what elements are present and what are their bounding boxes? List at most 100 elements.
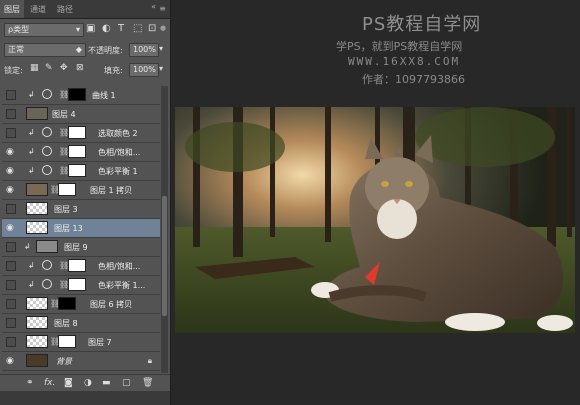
lock-all-icon[interactable]: ⊠ xyxy=(76,63,84,73)
type-filter-icon[interactable]: T xyxy=(118,23,124,34)
mask-icon[interactable]: ◙ xyxy=(64,378,73,388)
clip-arrow-icon: ↲ xyxy=(28,280,35,289)
layer-thumbnail xyxy=(26,354,48,367)
panel-menu-icon[interactable]: ≡ xyxy=(159,4,166,13)
tab-paths[interactable]: 路径 xyxy=(57,4,73,15)
layers-list: ↲ ⛓ 曲线 1 图层 4 ↲ ⛓ 选取颜色 2 ◉ ↲ ⛓ 色相/饱和... xyxy=(2,86,160,373)
visibility-toggle[interactable] xyxy=(6,280,16,290)
filter-select[interactable]: ρ类型 ▾ xyxy=(4,23,84,37)
shape-filter-icon[interactable]: ⬚ xyxy=(133,23,142,34)
layer-name: 色相/饱和... xyxy=(98,262,141,271)
filter-row: ρ类型 ▾ ▣ ◐ T ⬚ ⊡ ● xyxy=(0,19,170,39)
clip-arrow-icon: ↲ xyxy=(28,128,35,137)
layer-row-selected[interactable]: ◉ 图层 13 xyxy=(2,219,160,238)
opacity-label: 不透明度: xyxy=(88,46,123,55)
watermark-author: 作者：1097793866 xyxy=(362,73,465,86)
layer-row[interactable]: ↲ 图层 9 xyxy=(2,238,160,257)
link-icon[interactable]: ⚭ xyxy=(26,378,34,388)
layer-row[interactable]: 图层 8 xyxy=(2,314,160,333)
adjustment-icon xyxy=(42,260,52,270)
lock-label: 锁定: xyxy=(4,66,23,75)
layer-mask-thumbnail xyxy=(68,145,86,158)
eye-icon[interactable]: ◉ xyxy=(6,166,16,176)
blend-mode-select[interactable]: 正常 ◆ xyxy=(4,43,86,57)
visibility-toggle[interactable] xyxy=(6,299,16,309)
eye-icon[interactable]: ◉ xyxy=(6,185,16,195)
watermark-title: PS教程自学网 xyxy=(362,14,482,35)
lock-move-icon[interactable]: ✥ xyxy=(60,63,68,73)
adjust-filter-icon[interactable]: ◐ xyxy=(102,23,111,34)
group-icon[interactable]: ▬ xyxy=(102,378,111,388)
pixel-filter-icon[interactable]: ▣ xyxy=(86,23,95,34)
watermark-url: WWW.16XX8.COM xyxy=(348,55,461,68)
new-layer-icon[interactable]: ▢ xyxy=(122,378,131,388)
fill-input[interactable]: 100% xyxy=(129,63,159,77)
blend-mode-value: 正常 xyxy=(8,45,24,54)
status-bar xyxy=(0,391,170,405)
layer-name: 图层 13 xyxy=(54,224,83,233)
adjustment-icon[interactable]: ◑ xyxy=(84,378,92,388)
tab-channels[interactable]: 通道 xyxy=(30,4,46,15)
visibility-toggle[interactable] xyxy=(6,261,16,271)
chevron-down-icon: ◆ xyxy=(75,45,82,54)
visibility-toggle[interactable] xyxy=(6,337,16,347)
opacity-input[interactable]: 100% xyxy=(129,43,159,57)
visibility-toggle[interactable] xyxy=(6,109,16,119)
clip-arrow-icon: ↲ xyxy=(28,90,35,99)
eye-icon[interactable]: ◉ xyxy=(6,223,16,233)
opacity-dropdown-icon[interactable]: ▾ xyxy=(159,44,163,53)
layer-row[interactable]: ↲ ⛓ 曲线 1 xyxy=(2,86,160,105)
opacity-value: 100% xyxy=(133,45,156,54)
layer-mask-thumbnail xyxy=(68,88,86,101)
layer-name: 色彩平衡 1... xyxy=(98,281,146,290)
fill-label: 填充: xyxy=(104,66,123,75)
layer-row[interactable]: ⛓ 图层 7 xyxy=(2,333,160,352)
visibility-toggle[interactable] xyxy=(6,242,16,252)
layer-mask-thumbnail xyxy=(68,126,86,139)
filter-toggle-icon[interactable]: ● xyxy=(160,24,166,32)
layer-row[interactable]: 图层 4 xyxy=(2,105,160,124)
visibility-toggle[interactable] xyxy=(6,318,16,328)
smart-filter-icon[interactable]: ⊡ xyxy=(148,23,156,34)
watermark-subtitle: 学PS，就到PS教程自学网 xyxy=(336,40,463,53)
tab-layers[interactable]: 图层 xyxy=(4,4,20,15)
fx-icon[interactable]: fx. xyxy=(44,378,55,388)
layer-name: 图层 6 拷贝 xyxy=(90,300,133,309)
eye-icon[interactable]: ◉ xyxy=(6,147,16,157)
layer-row[interactable]: ⛓ 图层 6 拷贝 xyxy=(2,295,160,314)
layer-row[interactable]: ↲ ⛓ 色彩平衡 1... xyxy=(2,276,160,295)
forest-cat-photo[interactable] xyxy=(175,107,575,333)
layers-scrollbar[interactable] xyxy=(161,86,168,373)
adjustment-icon xyxy=(42,89,52,99)
collapse-icon[interactable]: « xyxy=(151,2,156,11)
layer-row[interactable]: ◉ ↲ ⛓ 色彩平衡 1 xyxy=(2,162,160,181)
layer-thumbnail xyxy=(26,183,48,196)
lock-transparent-icon[interactable]: ▦ xyxy=(30,63,39,73)
layer-thumbnail xyxy=(26,107,48,120)
layer-row[interactable]: ↲ ⛓ 选取颜色 2 xyxy=(2,124,160,143)
layer-thumbnail xyxy=(26,202,48,215)
layer-name: 图层 4 xyxy=(52,110,76,119)
fill-value: 100% xyxy=(133,65,156,74)
visibility-toggle[interactable] xyxy=(6,128,16,138)
layer-row[interactable]: ◉ 背景 🔒︎ xyxy=(2,352,160,371)
visibility-toggle[interactable] xyxy=(6,90,16,100)
trash-icon[interactable]: 🗑︎ xyxy=(142,378,153,388)
layer-row[interactable]: ↲ ⛓ 色相/饱和... xyxy=(2,257,160,276)
layer-row[interactable]: 图层 3 xyxy=(2,200,160,219)
layer-name: 图层 9 xyxy=(64,243,88,252)
layer-thumbnail xyxy=(26,316,48,329)
clip-arrow-icon: ↲ xyxy=(28,166,35,175)
lock-brush-icon[interactable]: ✎ xyxy=(45,63,53,73)
layer-mask-thumbnail xyxy=(58,335,76,348)
fill-dropdown-icon[interactable]: ▾ xyxy=(159,64,163,73)
adjustment-icon xyxy=(42,279,52,289)
layer-row[interactable]: ◉ ⛓ 图层 1 拷贝 xyxy=(2,181,160,200)
lock-icon: 🔒︎ xyxy=(147,356,152,365)
layer-name: 图层 1 拷贝 xyxy=(90,186,133,195)
eye-icon[interactable]: ◉ xyxy=(6,356,16,366)
visibility-toggle[interactable] xyxy=(6,204,16,214)
layer-row[interactable]: ◉ ↲ ⛓ 色相/饱和... xyxy=(2,143,160,162)
scrollbar-thumb[interactable] xyxy=(162,196,167,316)
layer-mask-thumbnail xyxy=(68,278,86,291)
